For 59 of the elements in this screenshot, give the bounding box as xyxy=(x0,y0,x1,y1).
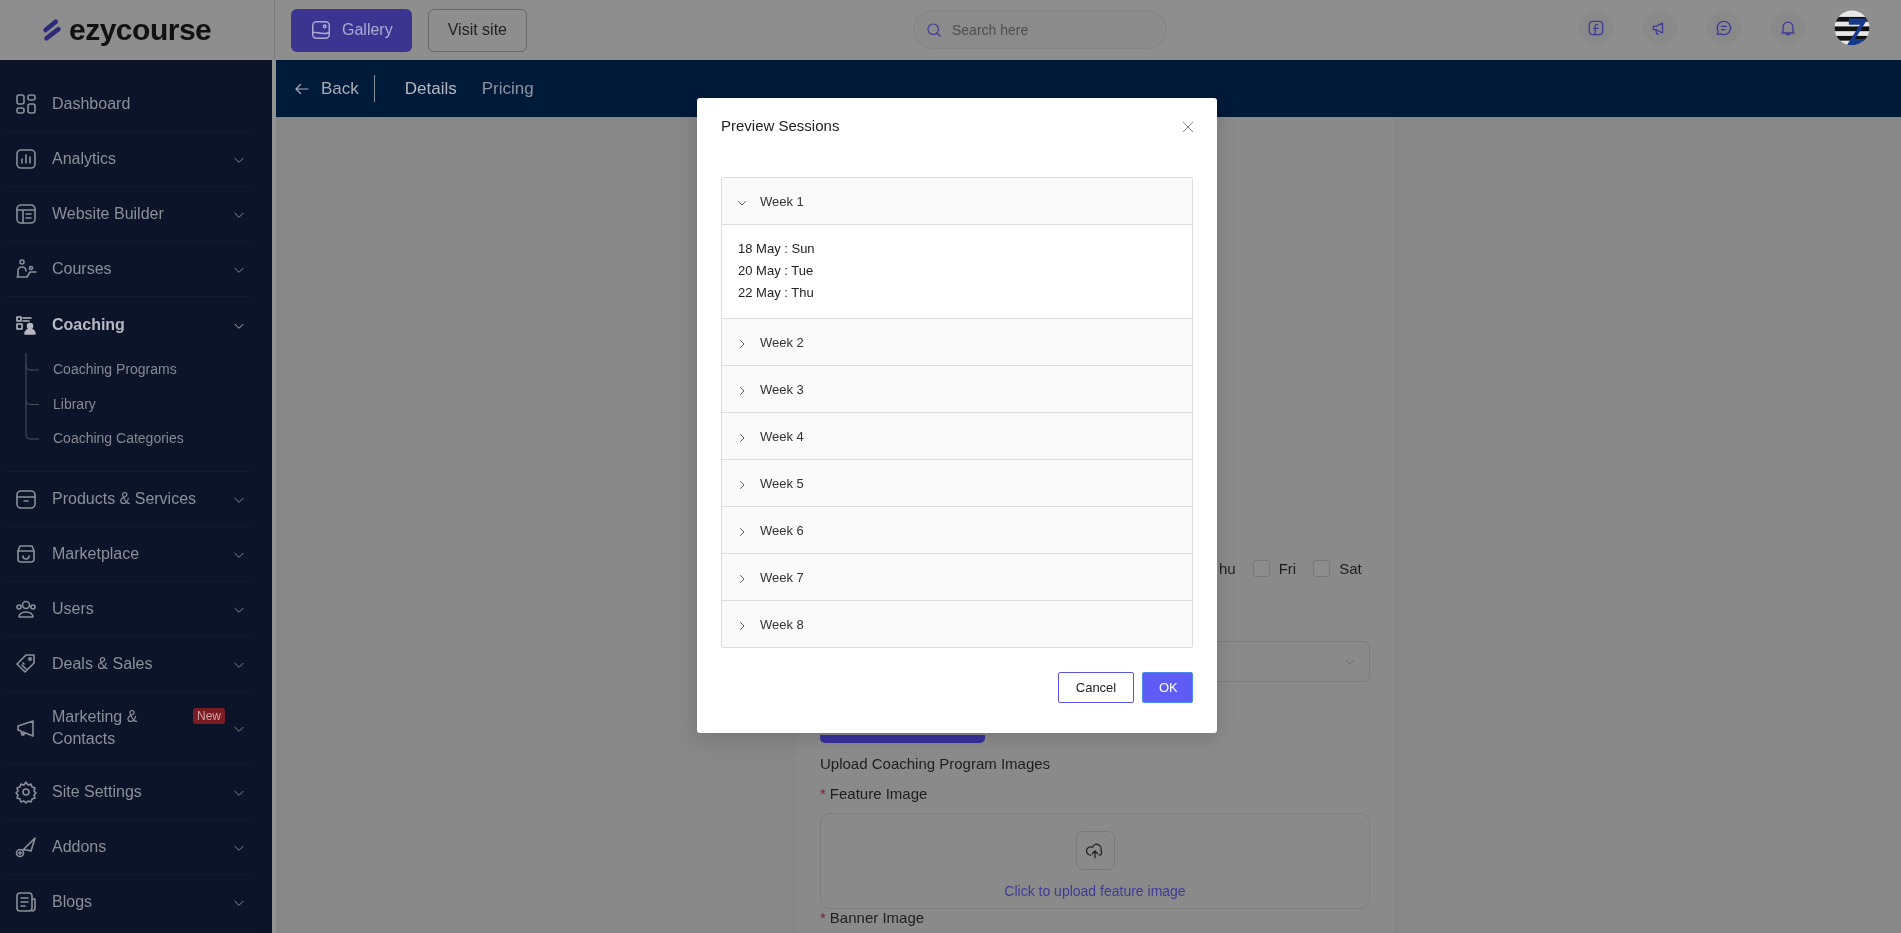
accordion-header[interactable]: Week 2 xyxy=(722,319,1192,366)
sidebar-item[interactable]: Products & Services xyxy=(3,471,253,527)
facebook-icon[interactable] xyxy=(1586,18,1606,38)
sidebar-item[interactable]: Courses xyxy=(3,242,253,297)
sidebar-item[interactable]: Marketing & Contacts New xyxy=(3,691,253,765)
required-mark: * xyxy=(820,909,826,926)
field-label-text: Feature Image xyxy=(829,785,928,802)
submenu-item[interactable]: Coaching Categories xyxy=(53,430,184,447)
image-icon xyxy=(310,19,332,41)
submenu-item[interactable]: Coaching Programs xyxy=(53,361,177,378)
sidebar-item[interactable]: Deals & Sales xyxy=(3,636,253,692)
session-date: 20 May : Tue xyxy=(738,262,815,280)
sidebar-item[interactable]: Coaching xyxy=(3,297,253,352)
modal-title: Preview Sessions xyxy=(721,116,840,134)
sidebar-item[interactable]: Analytics xyxy=(3,132,253,187)
logo: ezycourse xyxy=(69,13,212,47)
accordion-header[interactable]: Week 5 xyxy=(722,460,1192,507)
chat-icon[interactable] xyxy=(1714,18,1734,38)
required-mark: * xyxy=(820,785,826,802)
ok-button[interactable]: OK xyxy=(1142,672,1193,703)
sidebar-item[interactable]: Blogs xyxy=(3,874,253,930)
submenu-item[interactable]: Library xyxy=(53,395,96,412)
sidebar-item[interactable]: Marketplace xyxy=(3,526,253,582)
field-label-text: Banner Image xyxy=(829,909,925,926)
accordion-header[interactable]: Week 4 xyxy=(722,413,1192,460)
person-laptop-icon xyxy=(14,257,38,281)
section-heading: Upload Coaching Program Images xyxy=(820,755,1052,773)
session-date: 22 May : Thu xyxy=(738,284,815,302)
sidebar-item[interactable]: Dashboard xyxy=(3,77,253,132)
tab[interactable]: Details xyxy=(404,78,457,99)
accordion-header[interactable]: Week 8 xyxy=(722,601,1192,647)
tag-icon xyxy=(14,651,38,676)
layout-icon xyxy=(14,202,38,226)
bar-chart-icon xyxy=(14,147,38,171)
tab[interactable]: Pricing xyxy=(481,78,534,99)
sidebar-item[interactable]: Site Settings xyxy=(3,764,253,820)
day-label: Fri xyxy=(1278,559,1297,577)
rocket-icon xyxy=(14,834,38,859)
accordion-header[interactable]: Week 7 xyxy=(722,554,1192,601)
cancel-button[interactable]: Cancel xyxy=(1058,672,1134,703)
accordion-header[interactable]: Week 6 xyxy=(722,507,1192,554)
day-label: hu xyxy=(1219,559,1236,577)
back-link[interactable]: Back xyxy=(293,78,359,99)
sidebar-item[interactable]: Website Builder xyxy=(3,187,253,242)
accordion-header[interactable]: Week 1 xyxy=(722,178,1192,225)
gallery-button[interactable]: Gallery xyxy=(291,8,412,52)
search-field[interactable]: Search here xyxy=(913,10,1167,49)
gear-icon xyxy=(14,779,38,804)
sidebar-item[interactable]: Users xyxy=(3,581,253,637)
accordion-header[interactable]: Week 3 xyxy=(722,366,1192,413)
sidebar-item[interactable]: Addons xyxy=(3,819,253,875)
new-badge: New xyxy=(193,707,225,724)
grid-icon xyxy=(14,92,38,116)
visit-site-button[interactable]: Visit site xyxy=(427,8,527,52)
session-date: 18 May : Sun xyxy=(738,240,816,258)
day-label: Sat xyxy=(1339,559,1362,577)
search-icon xyxy=(925,21,943,39)
close-icon xyxy=(1181,120,1195,134)
document-icon xyxy=(14,889,38,914)
